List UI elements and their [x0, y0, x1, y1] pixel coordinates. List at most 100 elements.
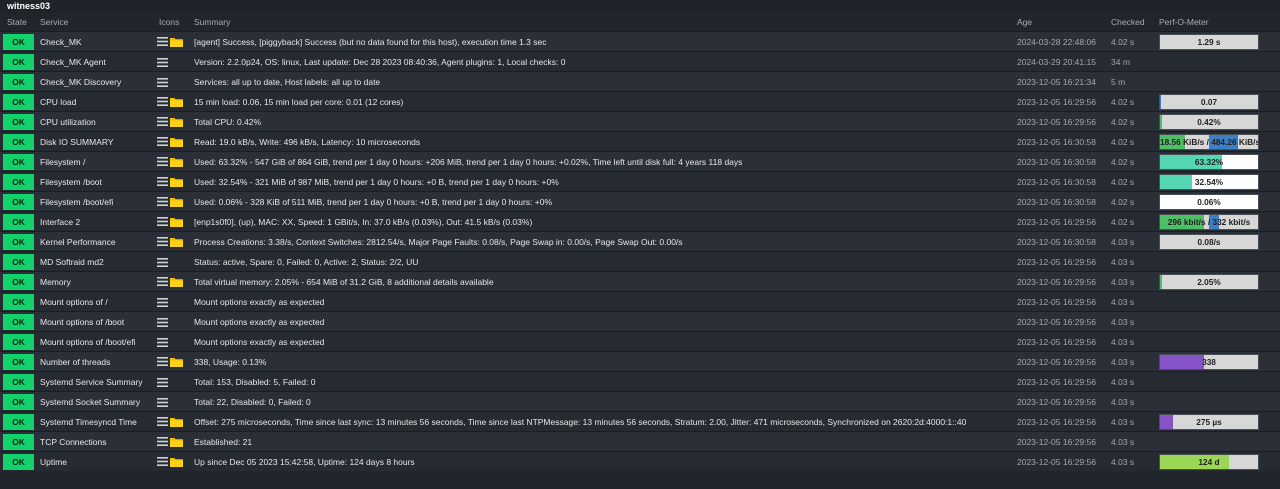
- status-badge[interactable]: OK: [3, 393, 34, 410]
- status-badge[interactable]: OK: [3, 33, 34, 50]
- status-badge[interactable]: OK: [3, 413, 34, 430]
- table-row[interactable]: OK Memory Total virtual memory: 2.05% - 65…: [0, 271, 1280, 292]
- menu-icon[interactable]: [157, 417, 168, 427]
- service-name[interactable]: Check_MK: [37, 31, 156, 52]
- status-badge[interactable]: OK: [3, 333, 34, 350]
- table-row[interactable]: OK Uptime Up since Dec 05 2023 15:42:58, U…: [0, 451, 1280, 471]
- folder-icon[interactable]: [170, 177, 183, 187]
- column-header-age[interactable]: Age: [1017, 13, 1111, 32]
- folder-icon[interactable]: [170, 237, 183, 247]
- perf-o-meter[interactable]: 296 kbit/s / 332 kbit/s: [1159, 213, 1259, 230]
- perf-o-meter[interactable]: 338: [1159, 353, 1259, 370]
- folder-icon[interactable]: [170, 417, 183, 427]
- service-name[interactable]: MD Softraid md2: [37, 251, 156, 272]
- table-row[interactable]: OK Disk IO SUMMARY Read: 19.0 kB/s, Write:…: [0, 131, 1280, 152]
- status-badge[interactable]: OK: [3, 73, 34, 90]
- service-name[interactable]: Check_MK Discovery: [37, 71, 156, 92]
- service-name[interactable]: Check_MK Agent: [37, 51, 156, 72]
- menu-icon[interactable]: [157, 457, 168, 467]
- table-row[interactable]: OK Number of threads 338, Usage: 0.13% 2023…: [0, 351, 1280, 372]
- menu-icon[interactable]: [157, 157, 168, 167]
- table-row[interactable]: OK Systemd Service Summary Total: 153, Dis…: [0, 371, 1280, 392]
- column-header-perf[interactable]: Perf-O-Meter: [1159, 13, 1280, 32]
- perf-o-meter[interactable]: 2.05%: [1159, 273, 1259, 290]
- perf-o-meter[interactable]: 275 µs: [1159, 413, 1259, 430]
- folder-icon[interactable]: [170, 137, 183, 147]
- menu-icon[interactable]: [157, 97, 168, 107]
- service-name[interactable]: Uptime: [37, 451, 156, 471]
- folder-icon[interactable]: [170, 357, 183, 367]
- column-header-icons[interactable]: Icons: [156, 13, 194, 32]
- service-name[interactable]: Memory: [37, 271, 156, 292]
- table-row[interactable]: OK Systemd Timesyncd Time Offset: 275 micr…: [0, 411, 1280, 432]
- status-badge[interactable]: OK: [3, 293, 34, 310]
- perf-o-meter[interactable]: 18.56 KiB/s / 484.26 KiB/s: [1159, 133, 1259, 150]
- table-row[interactable]: OK Check_MK Agent Version: 2.2.0p24, OS: l…: [0, 51, 1280, 72]
- menu-icon[interactable]: [157, 397, 168, 407]
- service-name[interactable]: CPU utilization: [37, 111, 156, 132]
- menu-icon[interactable]: [157, 277, 168, 287]
- service-name[interactable]: Number of threads: [37, 351, 156, 372]
- service-name[interactable]: Disk IO SUMMARY: [37, 131, 156, 152]
- folder-icon[interactable]: [170, 37, 183, 47]
- menu-icon[interactable]: [157, 37, 168, 47]
- menu-icon[interactable]: [157, 297, 168, 307]
- menu-icon[interactable]: [157, 57, 168, 67]
- folder-icon[interactable]: [170, 217, 183, 227]
- column-header-state[interactable]: State: [0, 13, 37, 32]
- table-row[interactable]: OK MD Softraid md2 Status: active, Spare: …: [0, 251, 1280, 272]
- folder-icon[interactable]: [170, 197, 183, 207]
- menu-icon[interactable]: [157, 217, 168, 227]
- status-badge[interactable]: OK: [3, 433, 34, 450]
- menu-icon[interactable]: [157, 77, 168, 87]
- folder-icon[interactable]: [170, 277, 183, 287]
- folder-icon[interactable]: [170, 457, 183, 467]
- folder-icon[interactable]: [170, 437, 183, 447]
- status-badge[interactable]: OK: [3, 193, 34, 210]
- status-badge[interactable]: OK: [3, 133, 34, 150]
- perf-o-meter[interactable]: 0.07: [1159, 93, 1259, 110]
- service-name[interactable]: Kernel Performance: [37, 231, 156, 252]
- status-badge[interactable]: OK: [3, 93, 34, 110]
- folder-icon[interactable]: [170, 157, 183, 167]
- table-row[interactable]: OK Mount options of /boot Mount options ex…: [0, 311, 1280, 332]
- table-row[interactable]: OK Filesystem /boot Used: 32.54% - 321 MiB…: [0, 171, 1280, 192]
- menu-icon[interactable]: [157, 197, 168, 207]
- menu-icon[interactable]: [157, 437, 168, 447]
- perf-o-meter[interactable]: 0.08/s: [1159, 233, 1259, 250]
- perf-o-meter[interactable]: 63.32%: [1159, 153, 1259, 170]
- table-row[interactable]: OK Kernel Performance Process Creations: 3…: [0, 231, 1280, 252]
- table-row[interactable]: OK Mount options of / Mount options exactl…: [0, 291, 1280, 312]
- status-badge[interactable]: OK: [3, 53, 34, 70]
- menu-icon[interactable]: [157, 337, 168, 347]
- folder-icon[interactable]: [170, 117, 183, 127]
- folder-icon[interactable]: [170, 97, 183, 107]
- status-badge[interactable]: OK: [3, 313, 34, 330]
- table-row[interactable]: OK Mount options of /boot/efi Mount option…: [0, 331, 1280, 352]
- service-name[interactable]: Mount options of /: [37, 291, 156, 312]
- status-badge[interactable]: OK: [3, 253, 34, 270]
- service-name[interactable]: Interface 2: [37, 211, 156, 232]
- perf-o-meter[interactable]: 1.29 s: [1159, 33, 1259, 50]
- service-name[interactable]: Systemd Timesyncd Time: [37, 411, 156, 432]
- status-badge[interactable]: OK: [3, 453, 34, 470]
- table-row[interactable]: OK TCP Connections Established: 21 2023-12-…: [0, 431, 1280, 452]
- table-row[interactable]: OK CPU load 15 min load: 0.06, 15 min load…: [0, 91, 1280, 112]
- status-badge[interactable]: OK: [3, 373, 34, 390]
- host-name[interactable]: witness03: [0, 0, 1280, 13]
- status-badge[interactable]: OK: [3, 213, 34, 230]
- service-name[interactable]: Filesystem /: [37, 151, 156, 172]
- menu-icon[interactable]: [157, 257, 168, 267]
- perf-o-meter[interactable]: 32.54%: [1159, 173, 1259, 190]
- table-row[interactable]: OK Check_MK Discovery Services: all up to …: [0, 71, 1280, 92]
- column-header-service[interactable]: Service: [37, 13, 156, 32]
- perf-o-meter[interactable]: 0.06%: [1159, 193, 1259, 210]
- service-name[interactable]: Mount options of /boot: [37, 311, 156, 332]
- service-name[interactable]: TCP Connections: [37, 431, 156, 452]
- service-name[interactable]: Mount options of /boot/efi: [37, 331, 156, 352]
- table-row[interactable]: OK Systemd Socket Summary Total: 22, Disab…: [0, 391, 1280, 412]
- perf-o-meter[interactable]: 124 d: [1159, 453, 1259, 470]
- status-badge[interactable]: OK: [3, 353, 34, 370]
- table-row[interactable]: OK Filesystem /boot/efi Used: 0.06% - 328 …: [0, 191, 1280, 212]
- menu-icon[interactable]: [157, 137, 168, 147]
